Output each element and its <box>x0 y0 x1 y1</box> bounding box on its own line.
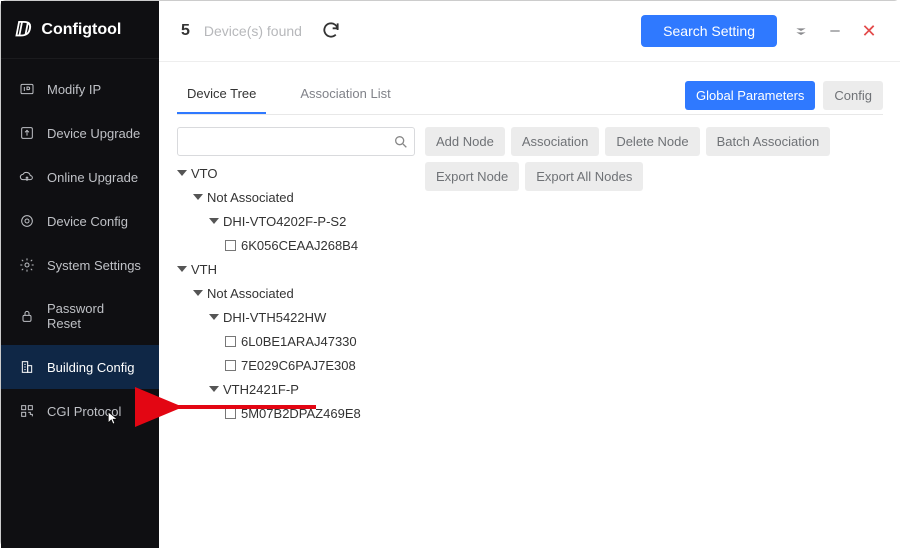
tab-association-list[interactable]: Association List <box>290 76 400 114</box>
chevron-down-icon <box>209 314 219 320</box>
tree-leaf[interactable]: 5M07B2DPAZ469E8 <box>225 402 415 426</box>
checkbox-icon[interactable] <box>225 336 236 347</box>
nav-label: CGI Protocol <box>47 404 121 419</box>
chevron-down-icon <box>193 194 203 200</box>
right-panel: Add Node Association Delete Node Batch A… <box>425 127 883 534</box>
nav-label: Modify IP <box>47 82 101 97</box>
device-found-label: Device(s) found <box>204 23 302 39</box>
sidebar: ⅅ Configtool Modify IP Device Upgrade On… <box>1 1 159 548</box>
panels: VTO Not Associated DHI-VTO4202F-P-S2 6K0… <box>177 127 883 534</box>
topbar: 5 Device(s) found Search Setting ✕ <box>159 1 900 62</box>
tab-device-tree[interactable]: Device Tree <box>177 76 266 114</box>
batch-association-button[interactable]: Batch Association <box>706 127 831 156</box>
association-button[interactable]: Association <box>511 127 599 156</box>
tree-leaf[interactable]: 7E029C6PAJ7E308 <box>225 354 415 378</box>
sidebar-item-modify-ip[interactable]: Modify IP <box>1 67 159 111</box>
brand-name: Configtool <box>41 21 121 39</box>
device-tree: VTO Not Associated DHI-VTO4202F-P-S2 6K0… <box>177 162 415 427</box>
global-parameters-button[interactable]: Global Parameters <box>685 81 815 110</box>
tree-node-not-associated[interactable]: Not Associated DHI-VTH5422HW 6L0BE1ARAJ4… <box>193 282 415 426</box>
search-setting-button[interactable]: Search Setting <box>641 15 777 47</box>
tree-node-model[interactable]: DHI-VTH5422HW 6L0BE1ARAJ47330 7E029C6PAJ… <box>209 306 415 378</box>
sidebar-item-device-config[interactable]: Device Config <box>1 199 159 243</box>
chevron-down-icon <box>177 266 187 272</box>
tree-node-model[interactable]: DHI-VTO4202F-P-S2 6K056CEAAJ268B4 <box>209 210 415 258</box>
nav-label: Building Config <box>47 360 134 375</box>
checkbox-icon[interactable] <box>225 360 236 371</box>
chevron-down-icon <box>193 290 203 296</box>
tree-node-model[interactable]: VTH2421F-P 5M07B2DPAZ469E8 <box>209 378 415 426</box>
content: Device Tree Association List Global Para… <box>159 62 900 548</box>
tree-search <box>177 127 415 156</box>
tree-search-input[interactable] <box>177 127 415 156</box>
device-count: 5 <box>181 22 190 40</box>
checkbox-icon[interactable] <box>225 408 236 419</box>
left-panel: VTO Not Associated DHI-VTO4202F-P-S2 6K0… <box>177 127 415 534</box>
close-button[interactable]: ✕ <box>859 21 879 41</box>
checkbox-icon[interactable] <box>225 240 236 251</box>
main: 5 Device(s) found Search Setting ✕ Devic… <box>159 1 900 548</box>
delete-node-button[interactable]: Delete Node <box>605 127 699 156</box>
upgrade-icon <box>19 125 35 141</box>
lock-icon <box>19 308 35 324</box>
nav-label: System Settings <box>47 258 141 273</box>
tree-node-vth[interactable]: VTH Not Associated DHI-VTH5422HW 6L0BE1A… <box>177 258 415 426</box>
export-all-nodes-button[interactable]: Export All Nodes <box>525 162 643 191</box>
refresh-button[interactable] <box>316 16 346 46</box>
sidebar-item-building-config[interactable]: Building Config <box>1 345 159 389</box>
brand: ⅅ Configtool <box>1 1 159 59</box>
action-row: Add Node Association Delete Node Batch A… <box>425 127 883 191</box>
cloud-icon <box>19 169 35 185</box>
sidebar-item-device-upgrade[interactable]: Device Upgrade <box>1 111 159 155</box>
tree-leaf[interactable]: 6L0BE1ARAJ47330 <box>225 330 415 354</box>
sidebar-nav: Modify IP Device Upgrade Online Upgrade … <box>1 59 159 433</box>
tree-leaf[interactable]: 6K056CEAAJ268B4 <box>225 234 415 258</box>
minimize-button[interactable] <box>825 21 845 41</box>
building-icon <box>19 359 35 375</box>
menu-icon[interactable] <box>791 21 811 41</box>
config-button[interactable]: Config <box>823 81 883 110</box>
nav-label: Device Upgrade <box>47 126 140 141</box>
tree-node-not-associated[interactable]: Not Associated DHI-VTO4202F-P-S2 6K056CE… <box>193 186 415 258</box>
export-node-button[interactable]: Export Node <box>425 162 519 191</box>
qr-icon <box>19 403 35 419</box>
tree-node-vto[interactable]: VTO Not Associated DHI-VTO4202F-P-S2 6K0… <box>177 162 415 258</box>
ip-icon <box>19 81 35 97</box>
sidebar-item-system-settings[interactable]: System Settings <box>1 243 159 287</box>
chevron-down-icon <box>177 170 187 176</box>
nav-label: Password Reset <box>47 301 141 331</box>
tabs-row: Device Tree Association List Global Para… <box>177 76 883 115</box>
chevron-down-icon <box>209 386 219 392</box>
search-icon[interactable] <box>393 134 409 150</box>
tabs-left: Device Tree Association List <box>177 76 401 114</box>
refresh-icon <box>321 20 341 43</box>
sidebar-item-cgi-protocol[interactable]: CGI Protocol <box>1 389 159 433</box>
sidebar-item-password-reset[interactable]: Password Reset <box>1 287 159 345</box>
add-node-button[interactable]: Add Node <box>425 127 505 156</box>
brand-logo-icon: ⅅ <box>15 17 31 42</box>
tabs-right: Global Parameters Config <box>685 81 883 110</box>
nav-label: Online Upgrade <box>47 170 138 185</box>
target-icon <box>19 213 35 229</box>
nav-label: Device Config <box>47 214 128 229</box>
chevron-down-icon <box>209 218 219 224</box>
gear-icon <box>19 257 35 273</box>
sidebar-item-online-upgrade[interactable]: Online Upgrade <box>1 155 159 199</box>
